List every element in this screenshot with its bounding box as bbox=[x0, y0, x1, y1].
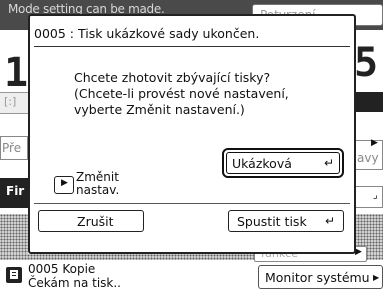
dialog-message-line-2: (Chcete-li provést nové nastavení, bbox=[74, 86, 289, 101]
change-settings-label-1: Změnit bbox=[76, 170, 119, 184]
chevron-right-icon: ⌟ bbox=[373, 190, 378, 201]
job-status-line-1: 0005 Kopie bbox=[28, 262, 96, 276]
right-side-fragment: avy bbox=[357, 151, 379, 165]
dialog-title: 0005 : Tisk ukázkové sady ukončen. bbox=[34, 26, 260, 41]
start-print-button[interactable]: Spustit tisk ↵ bbox=[228, 210, 344, 232]
system-monitor-button[interactable]: Monitor systému ▶ bbox=[258, 265, 383, 289]
cancel-button-label: Zrušit bbox=[77, 214, 114, 229]
dialog-message-line-3: vyberte Změnit nastavení.) bbox=[74, 102, 245, 117]
arrow-right-icon: ▶ bbox=[355, 247, 362, 257]
job-status-line-2: Čekám na tisk.. bbox=[28, 276, 121, 290]
left-count-digit: 1 bbox=[4, 50, 29, 96]
right-count-digit: 5 bbox=[354, 40, 379, 86]
sample-button[interactable]: Ukázková ↵ bbox=[222, 148, 344, 178]
start-print-button-label: Spustit tisk bbox=[237, 214, 307, 229]
arrow-right-icon: ▶ bbox=[371, 138, 378, 148]
right-side-button[interactable]: avy ▶ bbox=[354, 138, 383, 170]
cancel-button[interactable]: Zrušit bbox=[38, 210, 144, 232]
enter-icon: ↵ bbox=[325, 214, 336, 228]
right-lower-button[interactable]: ⌟ bbox=[354, 186, 383, 208]
left-side-button[interactable]: Pře bbox=[0, 136, 28, 160]
left-side-fragment: Pře bbox=[2, 141, 22, 155]
arrow-right-icon: ▶ bbox=[373, 273, 380, 282]
left-hatch-area bbox=[0, 214, 28, 254]
enter-icon: ↵ bbox=[324, 156, 335, 170]
system-monitor-label: Monitor systému bbox=[265, 270, 370, 285]
change-settings-button[interactable]: ▶ bbox=[54, 176, 74, 194]
dialog-bottom-divider bbox=[34, 203, 350, 204]
dialog-title-divider bbox=[34, 46, 350, 47]
change-settings-label-2: nastav. bbox=[76, 183, 120, 197]
left-band: [:] bbox=[0, 92, 28, 114]
fir-fragment: Fir bbox=[6, 184, 25, 198]
left-dark-bar: Fir bbox=[0, 178, 28, 208]
right-dark-band bbox=[354, 92, 383, 112]
printer-job-icon bbox=[6, 267, 22, 283]
dialog-message-line-1: Chcete zhotovit zbývající tisky? bbox=[74, 70, 271, 85]
left-band-mark: [:] bbox=[4, 95, 17, 108]
arrow-right-icon: ▶ bbox=[61, 178, 68, 188]
sample-button-label: Ukázková bbox=[232, 156, 292, 171]
